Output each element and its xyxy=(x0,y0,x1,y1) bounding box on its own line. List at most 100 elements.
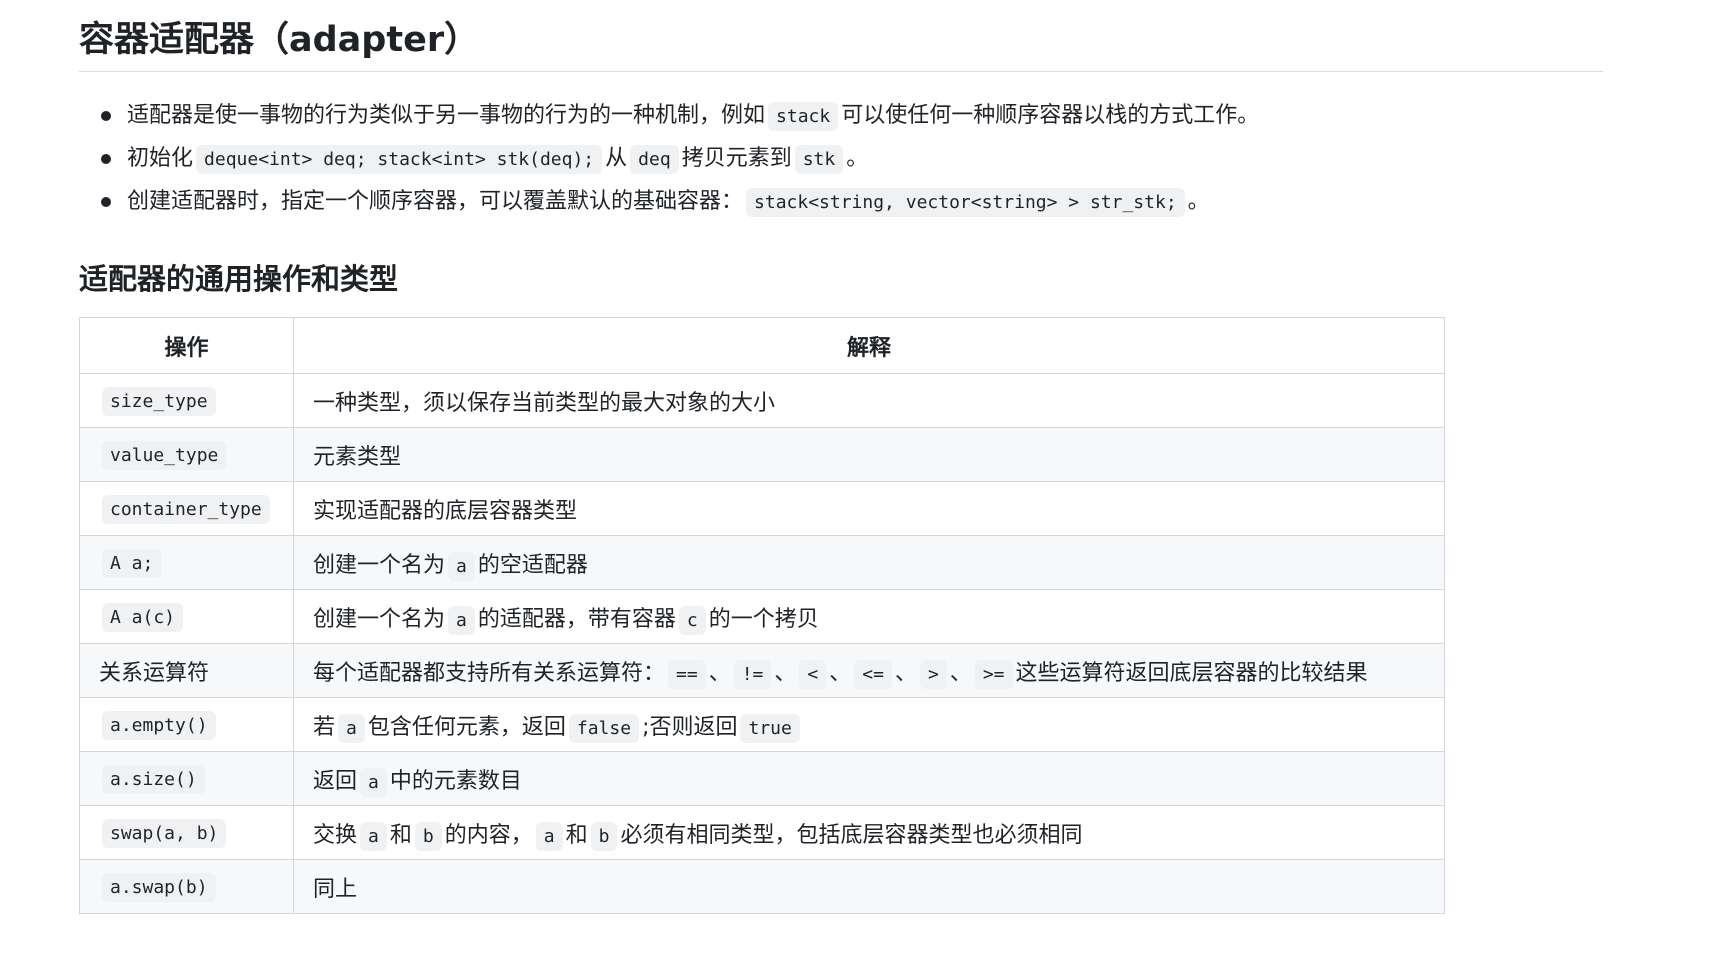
table-body: size_type 一种类型，须以保存当前类型的最大对象的大小 value_type… xyxy=(79,373,1445,914)
text-run: ;否则返回 xyxy=(642,714,738,740)
inline-code: stack xyxy=(768,102,839,131)
cell-operation: 关系运算符 xyxy=(79,643,294,698)
inline-code: >= xyxy=(974,659,1013,689)
cell-explanation: 返回 a 中的元素数目 xyxy=(293,751,1445,806)
text-run: 这些运算符返回底层容器的比较结果 xyxy=(1015,660,1368,686)
cell-operation: value_type xyxy=(79,427,294,482)
table-row: a.swap(b) 同上 xyxy=(79,859,1445,914)
text-run: 创建一个名为 xyxy=(313,606,446,632)
inline-code: value_type xyxy=(102,441,227,470)
cell-operation: A a(c) xyxy=(79,589,294,644)
text-run: 、 xyxy=(949,660,972,686)
inline-code: a.empty() xyxy=(102,711,216,740)
text-run: 的内容， xyxy=(444,822,533,848)
inline-code: stk xyxy=(794,145,844,174)
cell-explanation: 创建一个名为 a 的适配器，带有容器 c 的一个拷贝 xyxy=(293,589,1445,644)
text-run: 、 xyxy=(894,660,917,686)
inline-code: A a; xyxy=(102,549,162,578)
text-run: 拷贝元素到 xyxy=(681,146,792,171)
section-heading: 适配器的通用操作和类型 xyxy=(79,262,399,296)
bullet-dot-icon xyxy=(101,197,111,207)
list-item: 初始化 deque<int> deq; stack<int> stk(deq); 从… xyxy=(79,137,1603,180)
text-run: 一种类型，须以保存当前类型的最大对象的大小 xyxy=(313,390,776,416)
text-run: 、 xyxy=(774,660,797,686)
inline-code: < xyxy=(799,659,827,689)
text-run: 可以使任何一种顺序容器以栈的方式工作。 xyxy=(841,103,1260,128)
table-row: a.size() 返回 a 中的元素数目 xyxy=(79,751,1445,806)
inline-code: a xyxy=(535,821,563,851)
markdown-body: 容器适配器（adapter） 适配器是使一事物的行为类似于另一事物的行为的一种机… xyxy=(79,0,1603,914)
inline-code: a.swap(b) xyxy=(102,873,216,902)
inline-code: swap(a, b) xyxy=(102,819,227,848)
text-run: 和 xyxy=(389,822,412,848)
text-run: 关系运算符 xyxy=(99,660,210,686)
cell-operation: swap(a, b) xyxy=(79,805,294,860)
inline-code: container_type xyxy=(102,495,270,524)
header-explanation: 解释 xyxy=(293,317,1445,374)
text-run: 的空适配器 xyxy=(477,552,588,578)
text-run: 创建一个名为 xyxy=(313,552,446,578)
cell-operation: A a; xyxy=(79,535,294,590)
inline-code: a xyxy=(448,551,475,581)
cell-operation: a.swap(b) xyxy=(79,859,294,914)
list-item: 适配器是使一事物的行为类似于另一事物的行为的一种机制，例如 stack 可以使任何一… xyxy=(79,94,1603,137)
cell-operation: a.empty() xyxy=(79,697,294,752)
text-run: 包含任何元素，返回 xyxy=(367,714,566,740)
table-row: swap(a, b) 交换 a 和 b 的内容， a 和 b 必须有相同类型，包括底层容器类型也必… xyxy=(79,805,1445,860)
inline-code: true xyxy=(740,713,800,743)
table-row: container_type 实现适配器的底层容器类型 xyxy=(79,481,1445,536)
text-run: 每个适配器都支持所有关系运算符： xyxy=(313,660,666,686)
text-run: 、 xyxy=(708,660,731,686)
cell-explanation: 元素类型 xyxy=(293,427,1445,482)
page: 容器适配器（adapter） 适配器是使一事物的行为类似于另一事物的行为的一种机… xyxy=(0,0,1717,956)
text-run: 元素类型 xyxy=(313,444,402,470)
cell-explanation: 创建一个名为 a 的空适配器 xyxy=(293,535,1445,590)
cell-explanation: 同上 xyxy=(293,859,1445,914)
text-run: 同上 xyxy=(313,876,358,902)
table-row: a.empty() 若 a 包含任何元素，返回 false ;否则返回 true xyxy=(79,697,1445,752)
inline-code: != xyxy=(733,659,772,689)
cell-explanation: 交换 a 和 b 的内容， a 和 b 必须有相同类型，包括底层容器类型也必须相同 xyxy=(293,805,1445,860)
page-title: 容器适配器（adapter） xyxy=(79,0,1603,72)
text-run: 交换 xyxy=(313,822,358,848)
inline-code: a xyxy=(360,821,387,851)
bullet-list: 适配器是使一事物的行为类似于另一事物的行为的一种机制，例如 stack 可以使任何一… xyxy=(79,94,1603,223)
text-run: 和 xyxy=(565,822,588,848)
cell-explanation: 实现适配器的底层容器类型 xyxy=(293,481,1445,536)
table-row: 关系运算符 每个适配器都支持所有关系运算符： ==、 !=、 <、 <=、 >、 >= 这些运算… xyxy=(79,643,1445,698)
cell-explanation: 每个适配器都支持所有关系运算符： ==、 !=、 <、 <=、 >、 >= 这些运算符返回底层… xyxy=(293,643,1445,698)
inline-code: stack<string, vector<string> > str_stk; xyxy=(746,188,1185,217)
text-run: 从 xyxy=(605,146,628,171)
table-row: size_type 一种类型，须以保存当前类型的最大对象的大小 xyxy=(79,373,1445,428)
text-run: 的一个拷贝 xyxy=(708,606,819,632)
inline-code: c xyxy=(678,605,706,635)
cell-explanation: 若 a 包含任何元素，返回 false ;否则返回 true xyxy=(293,697,1445,752)
cell-explanation: 一种类型，须以保存当前类型的最大对象的大小 xyxy=(293,373,1445,428)
cell-operation: size_type xyxy=(79,373,294,428)
text-run: 实现适配器的底层容器类型 xyxy=(313,498,578,524)
table-row: A a(c) 创建一个名为 a 的适配器，带有容器 c 的一个拷贝 xyxy=(79,589,1445,644)
inline-code: <= xyxy=(854,659,892,689)
cell-operation: container_type xyxy=(79,481,294,536)
inline-code: a.size() xyxy=(102,765,205,794)
operations-table: 操作 解释 size_type 一种类型，须以保存当前类型的最大对象的大小 valu… xyxy=(79,317,1445,914)
text-run: 的适配器，带有容器 xyxy=(477,606,676,632)
inline-code: a xyxy=(360,767,387,797)
text-run: 若 xyxy=(313,714,336,740)
inline-code: size_type xyxy=(102,387,216,416)
inline-code: > xyxy=(919,659,947,689)
inline-code: a xyxy=(338,713,365,743)
text-run: 。 xyxy=(846,146,869,171)
table-header-row: 操作 解释 xyxy=(79,317,1445,374)
text-run: 创建适配器时，指定一个顺序容器，可以覆盖默认的基础容器： xyxy=(127,189,744,214)
text-run: 。 xyxy=(1187,189,1210,214)
table-row: value_type 元素类型 xyxy=(79,427,1445,482)
text-run: 初始化 xyxy=(127,146,194,171)
text-run: 、 xyxy=(829,660,852,686)
table-row: A a; 创建一个名为 a 的空适配器 xyxy=(79,535,1445,590)
cell-operation: a.size() xyxy=(79,751,294,806)
inline-code: b xyxy=(414,821,442,851)
inline-code: deque<int> deq; stack<int> stk(deq); xyxy=(196,145,603,174)
text-run: 中的元素数目 xyxy=(389,768,522,794)
inline-code: false xyxy=(568,713,640,743)
